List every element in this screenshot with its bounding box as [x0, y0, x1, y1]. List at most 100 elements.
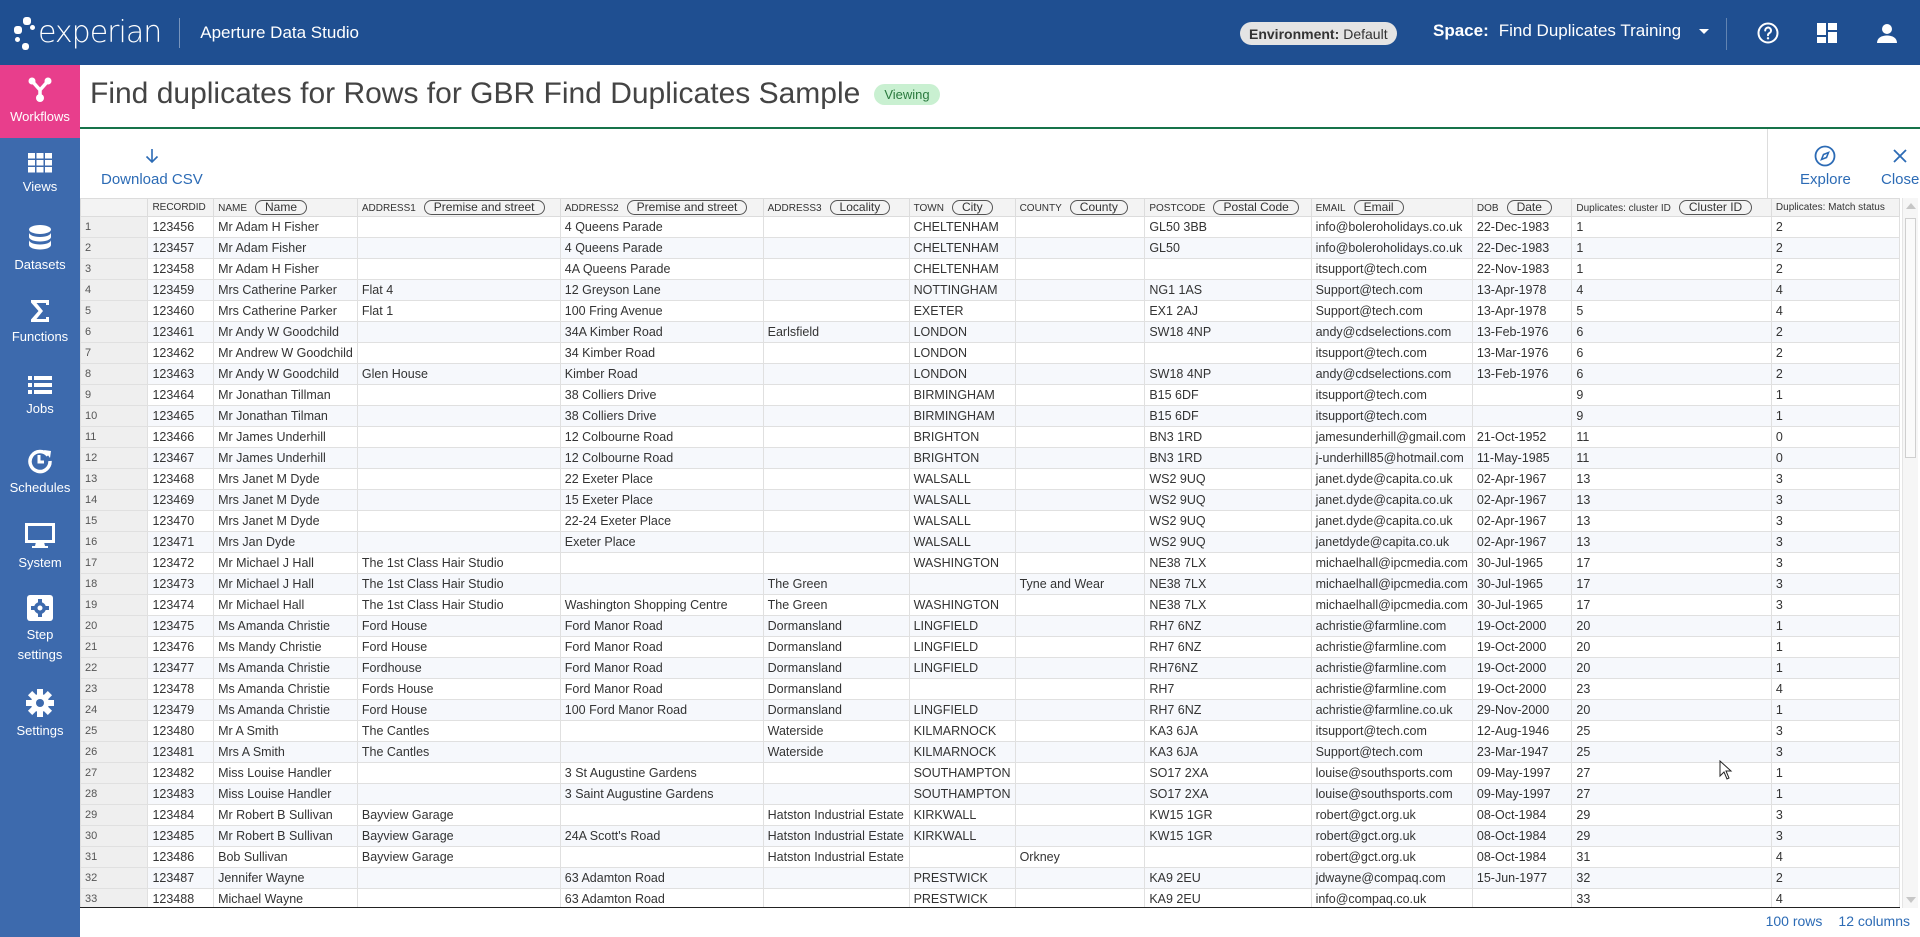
- table-cell[interactable]: andy@cdselections.com: [1310, 321, 1473, 343]
- table-cell[interactable]: 12-Aug-1946: [1471, 720, 1573, 742]
- table-cell[interactable]: The Green: [762, 594, 910, 616]
- table-cell[interactable]: 2: [1770, 258, 1900, 280]
- table-cell[interactable]: Dormansland: [762, 678, 910, 700]
- table-cell[interactable]: 123471: [147, 531, 215, 553]
- table-cell[interactable]: NE38 7LX: [1144, 573, 1312, 595]
- table-cell[interactable]: 123464: [147, 384, 215, 406]
- table-cell[interactable]: The Green: [762, 573, 910, 595]
- table-cell[interactable]: [356, 447, 561, 469]
- table-cell[interactable]: LINGFIELD: [908, 636, 1016, 658]
- table-cell[interactable]: The 1st Class Hair Studio: [356, 594, 561, 616]
- table-cell[interactable]: KILMARNOCK: [908, 720, 1016, 742]
- table-cell[interactable]: [1014, 867, 1146, 889]
- table-cell[interactable]: WASHINGTON: [908, 552, 1016, 574]
- table-cell[interactable]: [1014, 594, 1146, 616]
- table-cell[interactable]: [1144, 342, 1312, 364]
- table-cell[interactable]: BN3 1RD: [1144, 426, 1312, 448]
- table-cell[interactable]: [1014, 321, 1146, 343]
- table-cell[interactable]: jamesunderhill@gmail.com: [1310, 426, 1473, 448]
- table-cell[interactable]: Mr Andy W Goodchild: [213, 321, 358, 343]
- table-cell[interactable]: Support@tech.com: [1310, 741, 1473, 763]
- table-cell[interactable]: Bayview Garage: [356, 846, 561, 868]
- table-cell[interactable]: 4A Queens Parade: [559, 258, 764, 280]
- table-cell[interactable]: 123466: [147, 426, 215, 448]
- table-cell[interactable]: 19-Oct-2000: [1471, 615, 1573, 637]
- table-cell[interactable]: 3: [1770, 552, 1900, 574]
- table-cell[interactable]: KW15 1GR: [1144, 825, 1312, 847]
- table-cell[interactable]: 123488: [147, 888, 215, 907]
- table-cell[interactable]: Mrs Jan Dyde: [213, 531, 358, 553]
- table-cell[interactable]: [356, 405, 561, 427]
- table-cell[interactable]: 4: [1770, 888, 1900, 907]
- table-cell[interactable]: BIRMINGHAM: [908, 405, 1016, 427]
- table-cell[interactable]: Miss Louise Handler: [213, 783, 358, 805]
- table-cell[interactable]: KA3 6JA: [1144, 741, 1312, 763]
- table-row[interactable]: 24 123479 Ms Amanda Christie Ford House 100 …: [80, 699, 1900, 721]
- table-cell[interactable]: [762, 384, 910, 406]
- table-cell[interactable]: 123479: [147, 699, 215, 721]
- table-cell[interactable]: 3: [1770, 531, 1900, 553]
- table-cell[interactable]: j-underhill85@hotmail.com: [1310, 447, 1473, 469]
- table-cell[interactable]: [1014, 258, 1146, 280]
- table-cell[interactable]: [1014, 825, 1146, 847]
- table-row[interactable]: 9 123464 Mr Jonathan Tillman 38 Colliers Dr…: [80, 384, 1900, 406]
- table-row[interactable]: 3 123458 Mr Adam H Fisher 4A Queens Parade C…: [80, 258, 1900, 280]
- table-cell[interactable]: 1: [1770, 615, 1900, 637]
- table-cell[interactable]: [1014, 888, 1146, 907]
- table-cell[interactable]: BRIGHTON: [908, 447, 1016, 469]
- column-header[interactable]: POSTCODE Postal Code: [1144, 198, 1312, 217]
- table-cell[interactable]: 20: [1571, 657, 1772, 679]
- column-header[interactable]: COUNTY County: [1014, 198, 1146, 217]
- table-cell[interactable]: [908, 846, 1016, 868]
- table-cell[interactable]: KIRKWALL: [908, 804, 1016, 826]
- table-cell[interactable]: WS2 9UQ: [1144, 531, 1312, 553]
- table-cell[interactable]: itsupport@tech.com: [1310, 405, 1473, 427]
- table-cell[interactable]: 23: [1571, 678, 1772, 700]
- table-cell[interactable]: 20: [1571, 636, 1772, 658]
- table-cell[interactable]: Mr Adam Fisher: [213, 237, 358, 259]
- table-cell[interactable]: Ms Mandy Christie: [213, 636, 358, 658]
- table-cell[interactable]: 2: [1770, 363, 1900, 385]
- table-cell[interactable]: itsupport@tech.com: [1310, 258, 1473, 280]
- table-cell[interactable]: [1144, 846, 1312, 868]
- table-cell[interactable]: [356, 258, 561, 280]
- table-cell[interactable]: [762, 363, 910, 385]
- table-cell[interactable]: RH76NZ: [1144, 657, 1312, 679]
- table-cell[interactable]: Kimber Road: [559, 363, 764, 385]
- table-cell[interactable]: 31: [1571, 846, 1772, 868]
- table-cell[interactable]: [1014, 300, 1146, 322]
- table-cell[interactable]: RH7: [1144, 678, 1312, 700]
- table-cell[interactable]: 08-Oct-1984: [1471, 804, 1573, 826]
- table-cell[interactable]: 4: [1770, 279, 1900, 301]
- table-row[interactable]: 4 123459 Mrs Catherine Parker Flat 4 12 Grey…: [80, 279, 1900, 301]
- table-cell[interactable]: 17: [1571, 573, 1772, 595]
- table-cell[interactable]: The 1st Class Hair Studio: [356, 573, 561, 595]
- table-cell[interactable]: 123473: [147, 573, 215, 595]
- table-cell[interactable]: 123480: [147, 720, 215, 742]
- table-cell[interactable]: 123485: [147, 825, 215, 847]
- table-cell[interactable]: CHELTENHAM: [908, 216, 1016, 238]
- table-cell[interactable]: 13-Mar-1976: [1471, 342, 1573, 364]
- table-cell[interactable]: 29: [1571, 804, 1772, 826]
- table-cell[interactable]: WS2 9UQ: [1144, 510, 1312, 532]
- table-row[interactable]: 33 123488 Michael Wayne 63 Adamton Road PRES…: [80, 888, 1900, 907]
- table-cell[interactable]: [762, 489, 910, 511]
- table-cell[interactable]: 13: [1571, 510, 1772, 532]
- table-cell[interactable]: Hatston Industrial Estate: [762, 804, 910, 826]
- table-cell[interactable]: Ford House: [356, 699, 561, 721]
- table-cell[interactable]: SOUTHAMPTON: [908, 783, 1016, 805]
- table-cell[interactable]: jdwayne@compaq.com: [1310, 867, 1473, 889]
- table-cell[interactable]: [762, 867, 910, 889]
- table-cell[interactable]: 123467: [147, 447, 215, 469]
- table-cell[interactable]: Hatston Industrial Estate: [762, 825, 910, 847]
- table-cell[interactable]: janet.dyde@capita.co.uk: [1310, 489, 1473, 511]
- sidebar-item-functions[interactable]: Functions: [0, 299, 80, 347]
- table-cell[interactable]: [559, 804, 764, 826]
- table-cell[interactable]: 13: [1571, 531, 1772, 553]
- table-cell[interactable]: Mrs Catherine Parker: [213, 279, 358, 301]
- table-cell[interactable]: [762, 552, 910, 574]
- table-cell[interactable]: 1: [1571, 237, 1772, 259]
- download-csv-button[interactable]: Download CSV: [101, 145, 203, 188]
- table-cell[interactable]: [1014, 531, 1146, 553]
- vertical-scrollbar[interactable]: [1902, 198, 1918, 908]
